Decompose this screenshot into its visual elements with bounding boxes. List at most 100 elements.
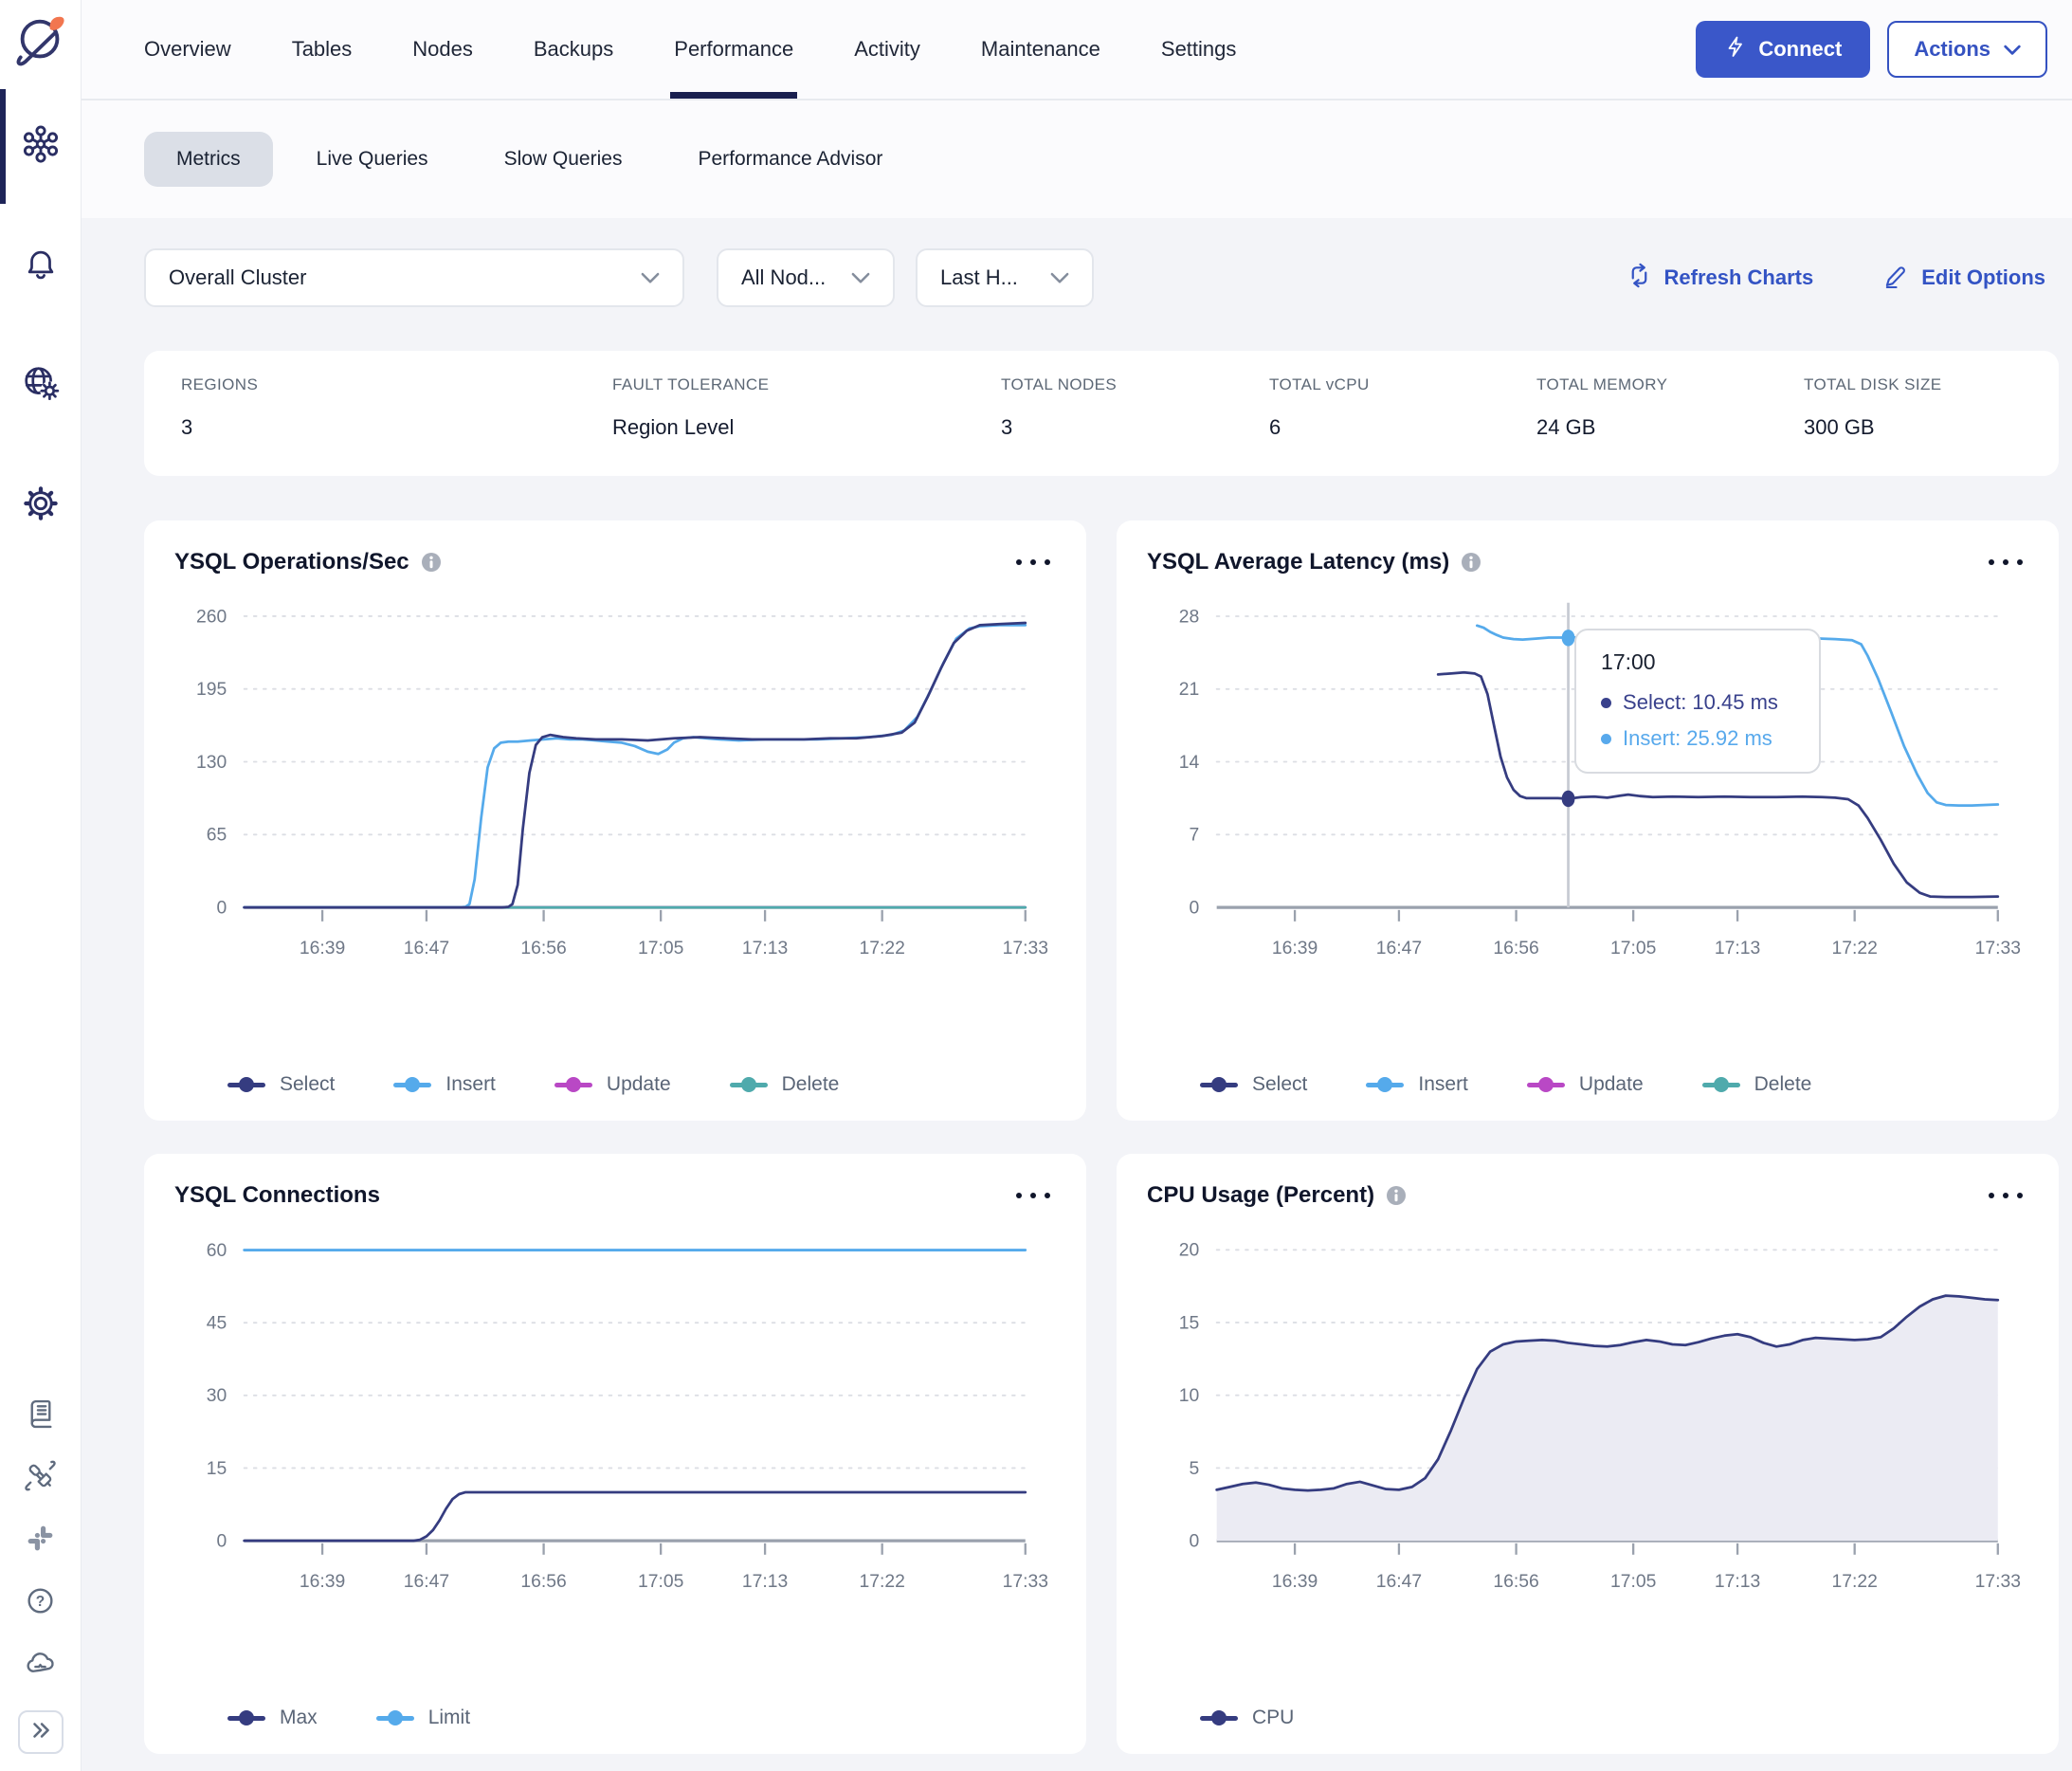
chart-menu-button[interactable] [1010,554,1056,571]
edit-options-button[interactable]: Edit Options [1883,263,2045,294]
docs-book-icon[interactable] [25,1397,56,1433]
tab-maintenance[interactable]: Maintenance [981,0,1100,99]
sidebar-item-alerts[interactable] [0,236,81,296]
svg-text:5: 5 [1189,1459,1199,1479]
stat-label: TOTAL DISK SIZE [1804,375,1942,393]
stat-total-vcpu: TOTAL vCPU 6 [1269,375,1536,476]
sidebar-nav [0,89,81,537]
legend-item-select: Select [1200,1073,1307,1096]
svg-text:28: 28 [1179,607,1200,627]
info-icon[interactable] [1461,552,1481,573]
legend-label: Delete [1754,1073,1812,1095]
info-icon[interactable] [1386,1185,1407,1206]
tab-nodes[interactable]: Nodes [412,0,473,99]
tab-settings[interactable]: Settings [1161,0,1237,99]
tooltip-time: 17:00 [1601,649,1656,674]
lightning-icon [1724,35,1747,64]
legend-marker [227,1709,265,1726]
tab-tables[interactable]: Tables [292,0,353,99]
refresh-icon [1627,263,1652,294]
tab-overview[interactable]: Overview [144,0,231,99]
refresh-charts-button[interactable]: Refresh Charts [1627,263,1813,294]
chart-title: YSQL Operations/Sec [174,549,409,575]
slack-icon[interactable] [25,1523,56,1559]
chart-title: YSQL Connections [174,1182,380,1208]
stat-fault-tolerance: FAULT TOLERANCE Region Level [612,375,1001,476]
svg-text:16:39: 16:39 [1272,1572,1318,1592]
legend-item-max: Max [227,1707,318,1729]
chart-card-ysql-operations: YSQL Operations/Sec 0 65 130 195 260 16:39 16:… [144,520,1086,1121]
subtab-live-queries[interactable]: Live Queries [284,132,461,187]
sidebar: ? [0,0,82,1771]
legend-label: Max [280,1707,318,1728]
stat-value: 300 GB [1804,415,1875,439]
svg-text:16:56: 16:56 [520,1572,566,1592]
legend-marker [1200,1076,1238,1093]
metrics-content: Overall Cluster All Nod... Last H... Ref… [82,218,2072,1771]
svg-text:17:22: 17:22 [859,1572,904,1592]
sidebar-item-network[interactable] [0,355,81,416]
svg-text:17:13: 17:13 [742,939,788,959]
connect-label: Connect [1758,37,1843,61]
chart-plot: 0 7 14 21 28 16:39 16:47 16:56 17:05 17:13 17:22 17… [1147,589,2028,1068]
info-icon[interactable] [421,552,442,573]
legend-marker [1200,1709,1238,1726]
chart-legend: Select Insert Update Delete [227,1073,1056,1096]
legend-label: Delete [781,1073,840,1095]
actions-label: Actions [1914,37,1990,61]
tooltip-text: Insert: 25.92 ms [1623,726,1772,750]
svg-text:17:13: 17:13 [1715,939,1760,959]
stat-regions: REGIONS 3 [181,375,612,476]
chart-legend: Select Insert Update Delete [1200,1073,2028,1096]
line-chart: 0 65 130 195 260 16:39 16:47 16:56 17:05 17:13 17:… [196,607,1048,959]
sidebar-item-clusters[interactable] [0,89,81,204]
svg-text:17:33: 17:33 [1003,1572,1048,1592]
sidebar-item-settings[interactable] [0,475,81,537]
actions-button[interactable]: Actions [1887,21,2047,78]
svg-text:60: 60 [207,1241,227,1261]
stat-total-memory: TOTAL MEMORY 24 GB [1536,375,1804,476]
tab-activity[interactable]: Activity [854,0,920,99]
svg-text:17:13: 17:13 [742,1572,788,1592]
chart-menu-button[interactable] [1010,1187,1056,1204]
legend-item-insert: Insert [1366,1073,1468,1096]
svg-text:17:22: 17:22 [1831,1572,1877,1592]
svg-text:45: 45 [207,1314,227,1334]
svg-text:15: 15 [1179,1313,1200,1333]
integrations-plug-icon[interactable] [25,1460,56,1496]
svg-text:17:05: 17:05 [638,1572,683,1592]
legend-item-update: Update [554,1073,671,1096]
connect-button[interactable]: Connect [1696,21,1871,78]
legend-label: Update [1578,1073,1644,1095]
time-range-select[interactable]: Last H... [916,248,1094,307]
stat-value: 3 [181,415,193,439]
subtab-metrics[interactable]: Metrics [144,132,273,187]
line-chart: 0 15 30 45 60 16:39 16:47 16:56 17:05 17:13 17:22 1… [207,1241,1048,1592]
legend-marker [1526,1076,1565,1093]
help-icon[interactable]: ? [25,1585,56,1621]
brand-logo[interactable] [11,11,70,70]
tab-performance[interactable]: Performance [670,0,798,99]
nodes-select[interactable]: All Nod... [717,248,895,307]
chart-menu-button[interactable] [1983,1187,2028,1204]
nodes-select-value: All Nod... [741,265,827,289]
app-root: ? Overview Tables Nodes Backups Performa… [0,0,2072,1771]
topnav-actions: Connect Actions [1696,0,2047,99]
chart-menu-button[interactable] [1983,554,2028,571]
cluster-select[interactable]: Overall Cluster [144,248,684,307]
legend-item-delete: Delete [1701,1073,1812,1096]
svg-text:20: 20 [1179,1241,1200,1261]
series-dot [1601,733,1612,744]
chevron-down-icon [2004,37,2021,62]
subtab-performance-advisor[interactable]: Performance Advisor [665,132,915,187]
time-range-value: Last H... [940,265,1018,289]
performance-subnav: Metrics Live Queries Slow Queries Perfor… [82,100,2072,218]
stat-value: Region Level [612,415,735,439]
sidebar-expand-button[interactable] [17,1710,64,1754]
legend-item-delete: Delete [729,1073,840,1096]
tab-backups[interactable]: Backups [534,0,613,99]
subtab-slow-queries[interactable]: Slow Queries [472,132,655,187]
chevron-down-icon [1050,265,1069,290]
legend-marker [554,1076,592,1093]
cloud-status-icon[interactable] [25,1648,56,1684]
